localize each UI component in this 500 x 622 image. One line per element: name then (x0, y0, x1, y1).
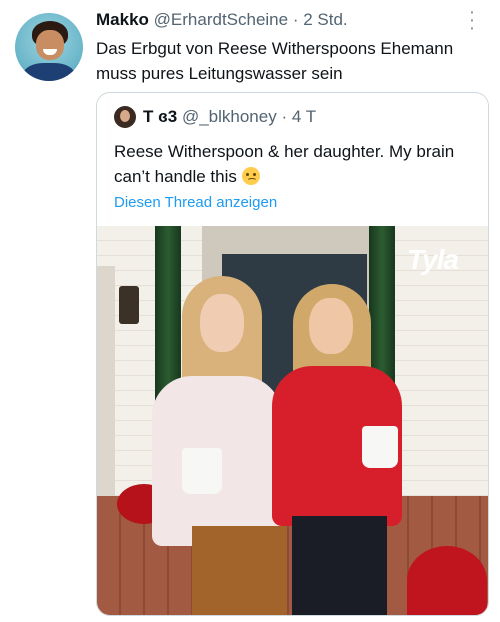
header-separator: · (288, 10, 304, 29)
photo-person-right-face (309, 298, 353, 354)
quoted-tweet-header: T ɞ3 @_blkhoney · 4 T (143, 107, 316, 127)
quoted-separator: · (276, 107, 292, 126)
avatar-shirt (23, 63, 75, 81)
photo-mug-left (182, 448, 222, 494)
woozy-face-icon (241, 167, 260, 185)
tweet-photo[interactable]: Tyla (97, 226, 488, 615)
quoted-tweet-card[interactable]: T ɞ3 @_blkhoney · 4 T Reese Witherspoon … (96, 92, 489, 616)
photo-person-left-pants (192, 526, 287, 615)
tyla-watermark-logo: Tyla (407, 244, 459, 275)
photo-person-right-pants (292, 516, 387, 615)
photo-mug-right (362, 426, 398, 468)
avatar-face (36, 30, 64, 60)
photo-shutter (97, 266, 115, 526)
photo-person-left-face (200, 294, 244, 352)
tweet-text: Das Erbgut von Reese Witherspoons Eheman… (96, 39, 454, 83)
author-handle[interactable]: @ErhardtScheine (154, 10, 288, 29)
quoted-tweet-text: Reese Witherspoon & her daughter. My bra… (114, 139, 474, 189)
quoted-text-content: Reese Witherspoon & her daughter. My bra… (114, 142, 455, 186)
author-display-name[interactable]: Makko (96, 10, 149, 29)
quoted-timestamp: 4 T (291, 107, 317, 126)
tweet-header: Makko @ErhardtScheine · 2 Std. (96, 10, 348, 30)
quoted-handle: @_blkhoney (181, 107, 277, 126)
more-options-icon[interactable]: · · · (462, 2, 482, 38)
author-avatar[interactable] (15, 13, 83, 81)
photo-poinsettia-right (407, 546, 487, 615)
tweet-timestamp[interactable]: 2 Std. (303, 10, 347, 29)
photo-wall-lamp (119, 286, 139, 324)
quoted-display-name: T ɞ3 (143, 107, 178, 126)
quoted-author-avatar (114, 106, 136, 128)
show-thread-link[interactable]: Diesen Thread anzeigen (114, 194, 277, 211)
